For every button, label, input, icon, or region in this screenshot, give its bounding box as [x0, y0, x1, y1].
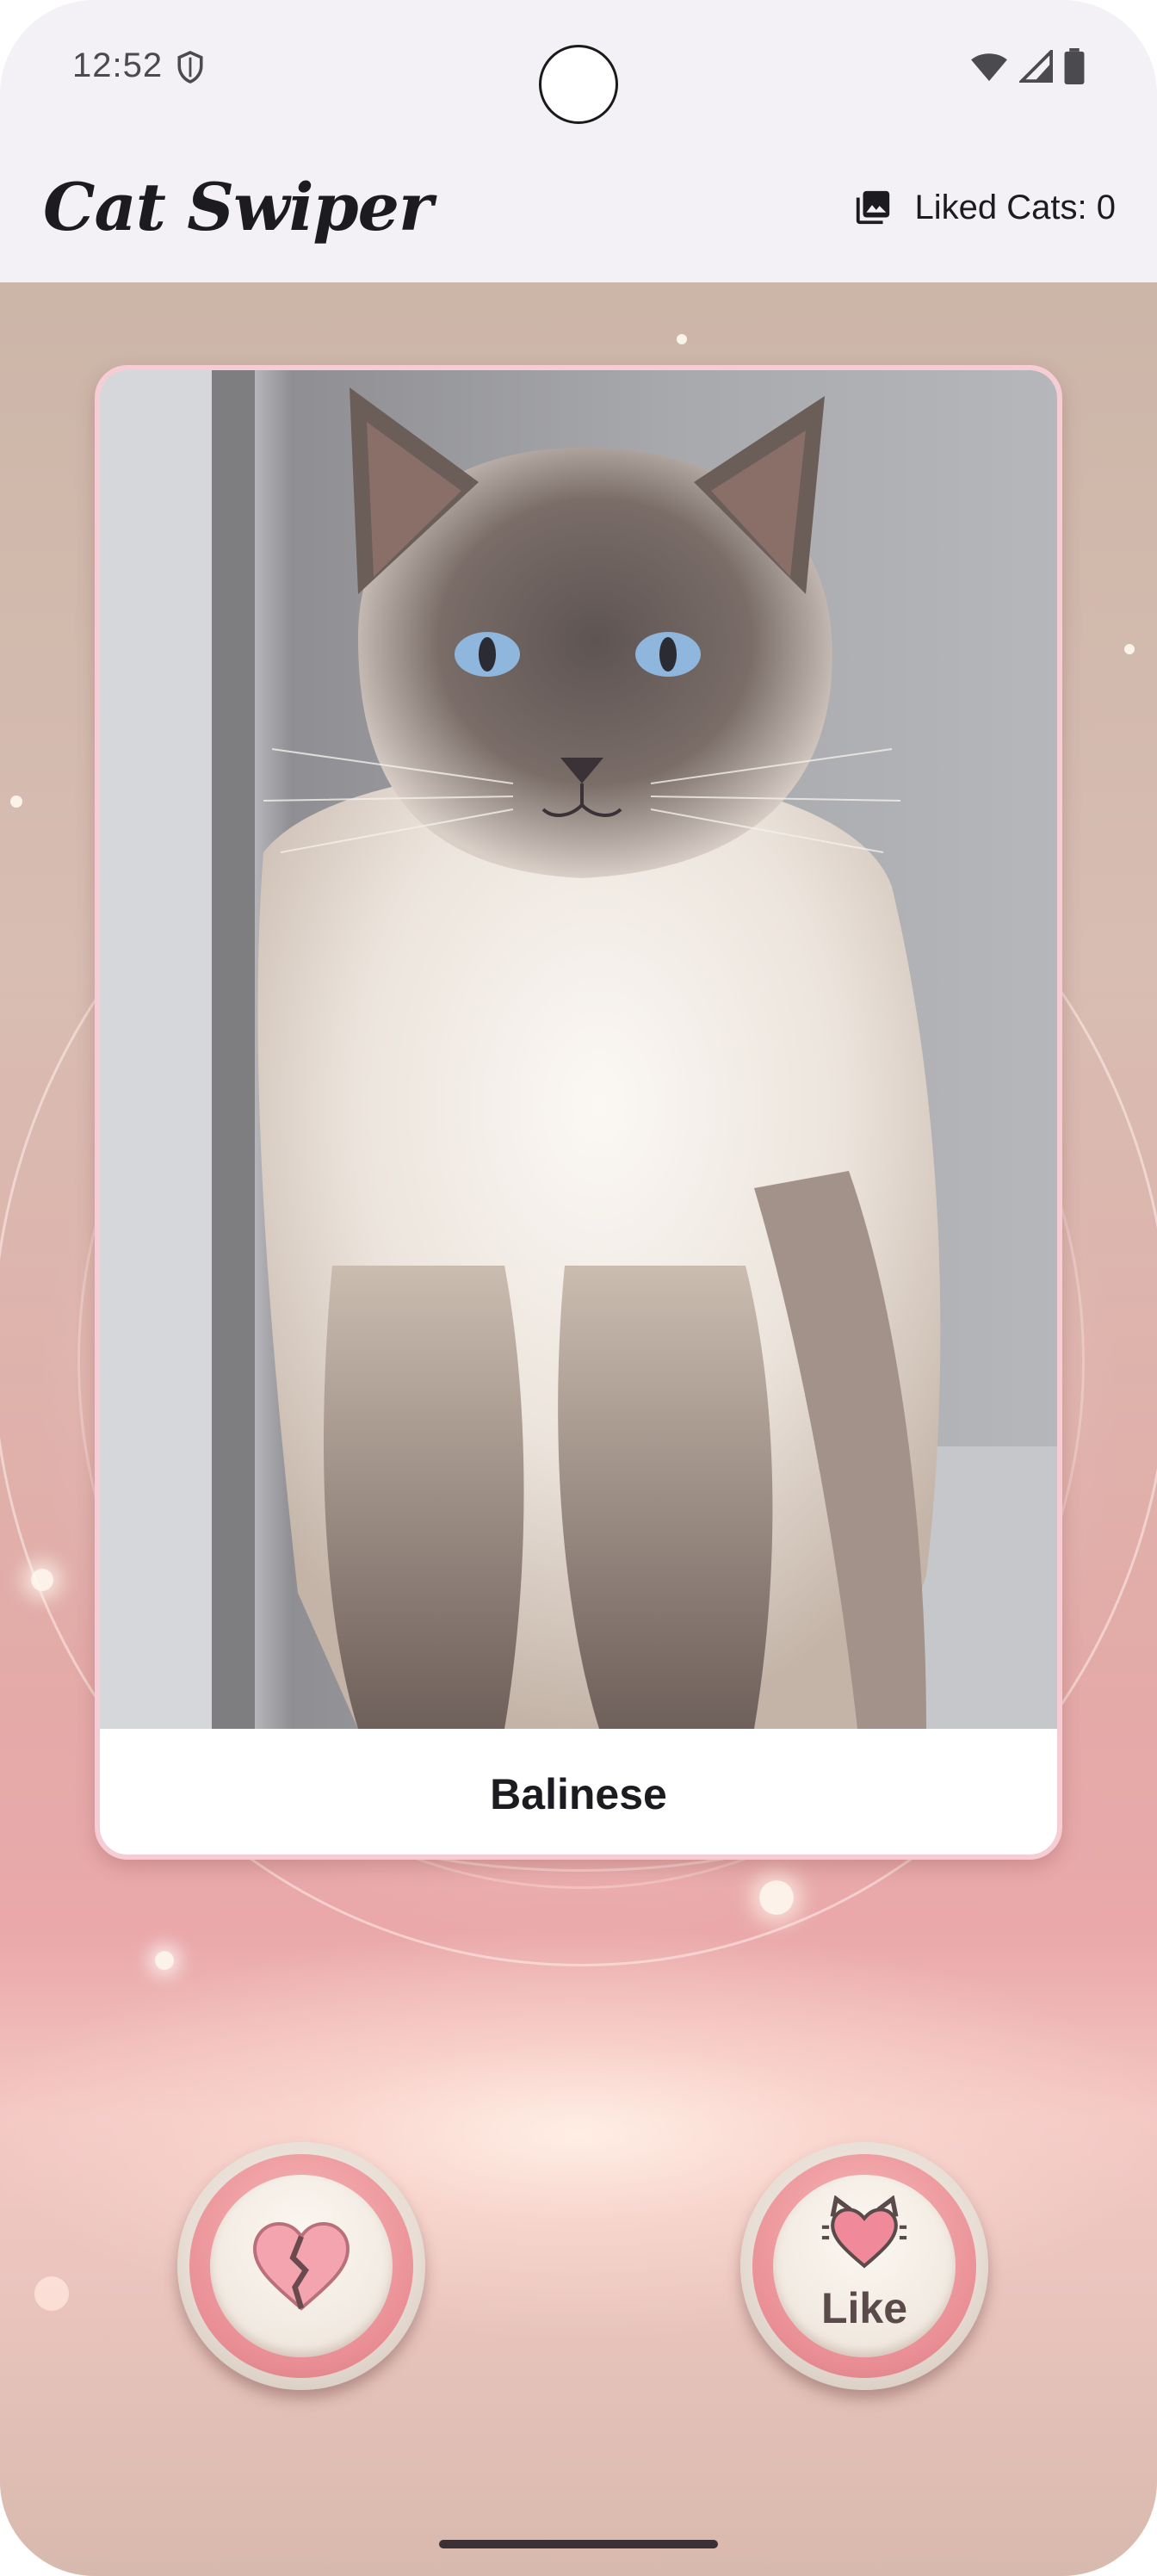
status-time: 12:52 — [72, 46, 164, 84]
shield-icon — [177, 51, 203, 84]
sparkle — [31, 1569, 53, 1591]
cat-card[interactable]: Balinese — [95, 365, 1062, 1860]
cat-heart-icon — [821, 2195, 907, 2269]
photo-library-icon — [856, 190, 889, 225]
sparkle — [1124, 644, 1135, 654]
liked-cats-button[interactable]: Liked Cats: 0 — [853, 188, 1116, 227]
cat-breed-name: Balinese — [490, 1770, 667, 1818]
sparkle — [155, 1951, 174, 1970]
sparkle — [10, 796, 22, 808]
camera-cutout — [539, 45, 618, 124]
broken-heart-icon — [253, 2221, 350, 2311]
sparkle — [759, 1880, 794, 1915]
dislike-button-face — [210, 2175, 393, 2357]
status-icons — [969, 48, 1085, 84]
sparkle — [677, 334, 687, 344]
home-indicator[interactable] — [439, 2540, 718, 2548]
cat-photo — [100, 370, 1057, 1729]
like-button-face: Like — [773, 2175, 956, 2357]
like-button-label: Like — [820, 2284, 908, 2332]
app-title: Cat Swiper — [43, 169, 433, 245]
battery-icon — [1064, 48, 1085, 84]
phone-screen: 12:52 Cat Swiper Liked Cats: 0 Balinese … — [0, 0, 1157, 2576]
liked-cats-count: Liked Cats: 0 — [914, 188, 1116, 226]
status-bar: 12:52 — [0, 0, 1157, 138]
wifi-icon — [971, 53, 1007, 82]
signal-icon — [1019, 50, 1053, 83]
app-bar: Cat Swiper Liked Cats: 0 — [0, 138, 1157, 282]
like-button[interactable]: Like — [740, 2142, 988, 2390]
dislike-button[interactable] — [177, 2142, 425, 2390]
sparkle — [34, 2276, 69, 2311]
